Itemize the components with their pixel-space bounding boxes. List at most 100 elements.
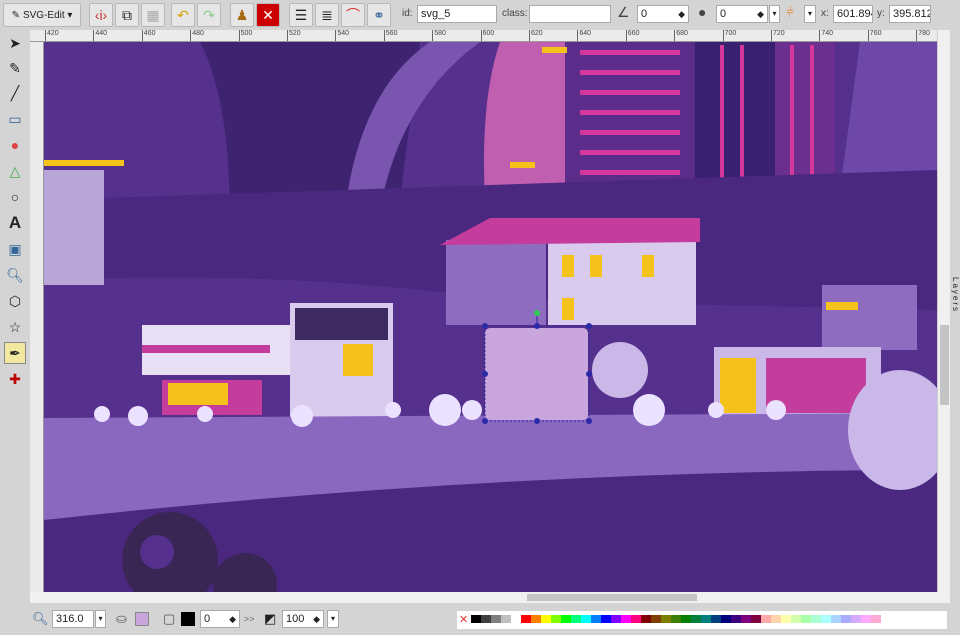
opacity-dropdown[interactable]: ▾	[327, 610, 339, 628]
palette-swatch[interactable]	[811, 615, 821, 623]
palette-swatch[interactable]	[721, 615, 731, 623]
palette-swatch[interactable]	[691, 615, 701, 623]
palette-swatch[interactable]	[671, 615, 681, 623]
stroke-width-input[interactable]: 0 ◆	[200, 610, 240, 628]
palette-swatch[interactable]	[491, 615, 501, 623]
palette-swatch[interactable]	[541, 615, 551, 623]
palette-swatch[interactable]	[561, 615, 571, 623]
palette-swatch[interactable]	[801, 615, 811, 623]
source-button[interactable]: ‹i›	[89, 3, 113, 27]
ruler-tick-label: 680	[674, 30, 688, 41]
x-input[interactable]: 601.8945	[833, 5, 873, 23]
palette-swatch[interactable]	[521, 615, 531, 623]
line-tool[interactable]: ╱	[4, 82, 26, 104]
main-menu-button[interactable]: ✎ SVG-Edit ▾	[3, 3, 81, 27]
grid-icon: ▦	[146, 6, 160, 23]
y-label: y:	[877, 8, 885, 19]
horizontal-scrollbar[interactable]	[30, 592, 950, 603]
palette-swatch[interactable]	[781, 615, 791, 623]
palette-swatch[interactable]	[851, 615, 861, 623]
ruler-tick-label: 460	[141, 30, 155, 41]
palette-swatch[interactable]	[531, 615, 541, 623]
blur-input[interactable]: 0 ◆	[716, 5, 768, 23]
svg-edit-logo-icon: ✎	[11, 9, 20, 21]
reorient-button[interactable]: ⚭	[367, 3, 391, 27]
id-input[interactable]: svg_5	[417, 5, 497, 23]
clone-button[interactable]: ♟	[230, 3, 254, 27]
image-tool[interactable]: ▣	[4, 238, 26, 260]
class-label: class:	[502, 8, 528, 19]
undo-button[interactable]: ↶	[171, 3, 195, 27]
stroke-options-button[interactable]: >>	[244, 614, 255, 624]
zoom-tool[interactable]: 🔍︎	[4, 264, 26, 286]
align-dropdown[interactable]: ▾	[804, 5, 816, 23]
y-input[interactable]: 395.8125	[889, 5, 931, 23]
palette-swatch[interactable]	[631, 615, 641, 623]
palette-swatch[interactable]	[841, 615, 851, 623]
palette-swatch[interactable]	[741, 615, 751, 623]
fill-color-swatch[interactable]	[135, 612, 149, 626]
palette-swatch[interactable]	[571, 615, 581, 623]
vertical-scrollbar[interactable]	[937, 30, 950, 592]
city-illustration	[44, 42, 937, 592]
rect-tool[interactable]: ▭	[4, 108, 26, 130]
vertical-scroll-thumb[interactable]	[940, 325, 949, 405]
palette-swatch[interactable]	[861, 615, 871, 623]
angle-input[interactable]: 0 ◆	[637, 5, 689, 23]
star-tool[interactable]: ☆	[4, 316, 26, 338]
text-tool[interactable]: A	[4, 212, 26, 234]
zoom-input[interactable]: 316.0	[52, 610, 94, 628]
palette-swatch[interactable]	[621, 615, 631, 623]
polygon-tool[interactable]: ⬡	[4, 290, 26, 312]
palette-swatch[interactable]	[471, 615, 481, 623]
palette-swatch[interactable]	[871, 615, 881, 623]
path-tool[interactable]: △	[4, 160, 26, 182]
palette-swatch[interactable]	[761, 615, 771, 623]
palette-swatch[interactable]	[581, 615, 591, 623]
palette-swatch[interactable]	[641, 615, 651, 623]
palette-swatch[interactable]	[501, 615, 511, 623]
palette-swatch[interactable]	[831, 615, 841, 623]
palette-swatch[interactable]	[511, 615, 521, 623]
delete-button[interactable]: ✕	[256, 3, 280, 27]
blur-dropdown[interactable]: ▾	[769, 5, 780, 23]
wireframe-button[interactable]: ⧉	[115, 3, 139, 27]
palette-swatch[interactable]	[771, 615, 781, 623]
opacity-input[interactable]: 100 ◆	[282, 610, 324, 628]
palette-swatch[interactable]	[711, 615, 721, 623]
palette-swatch[interactable]	[791, 615, 801, 623]
palette-swatch[interactable]	[681, 615, 691, 623]
redo-button[interactable]: ↷	[197, 3, 221, 27]
palette-swatch[interactable]	[651, 615, 661, 623]
ellipse-tool[interactable]: ●	[4, 134, 26, 156]
palette-swatch[interactable]	[701, 615, 711, 623]
palette-swatch[interactable]	[751, 615, 761, 623]
palette-swatch[interactable]	[731, 615, 741, 623]
palette-swatch[interactable]	[591, 615, 601, 623]
shape-library-icon: ✚	[9, 370, 21, 387]
palette-swatch[interactable]	[821, 615, 831, 623]
drawing-canvas[interactable]	[44, 42, 937, 592]
palette-swatch[interactable]	[551, 615, 561, 623]
palette-swatch[interactable]	[611, 615, 621, 623]
circle-tool[interactable]: ○	[4, 186, 26, 208]
select-tool[interactable]: ➤	[4, 32, 26, 54]
star-icon: ☆	[8, 318, 22, 335]
class-input[interactable]	[529, 5, 611, 23]
palette-swatch[interactable]	[601, 615, 611, 623]
no-color-icon[interactable]: ✕	[459, 615, 471, 626]
spinner-icon: ◆	[313, 614, 320, 624]
grid-button[interactable]: ▦	[141, 3, 165, 27]
layers-panel-tab[interactable]: Layers	[950, 260, 960, 330]
convert-path-button[interactable]: ⌒	[341, 3, 365, 27]
eyedropper-tool[interactable]: ✒	[4, 342, 26, 364]
stroke-color-swatch[interactable]	[181, 612, 195, 626]
pencil-tool[interactable]: ✎	[4, 57, 26, 79]
zoom-dropdown[interactable]: ▾	[95, 610, 106, 628]
move-top-button[interactable]: ☰	[289, 3, 313, 27]
palette-swatch[interactable]	[661, 615, 671, 623]
shapelib-tool[interactable]: ✚	[4, 368, 26, 390]
palette-swatch[interactable]	[481, 615, 491, 623]
horizontal-scroll-thumb[interactable]	[527, 594, 697, 601]
move-bottom-button[interactable]: ≣	[315, 3, 339, 27]
